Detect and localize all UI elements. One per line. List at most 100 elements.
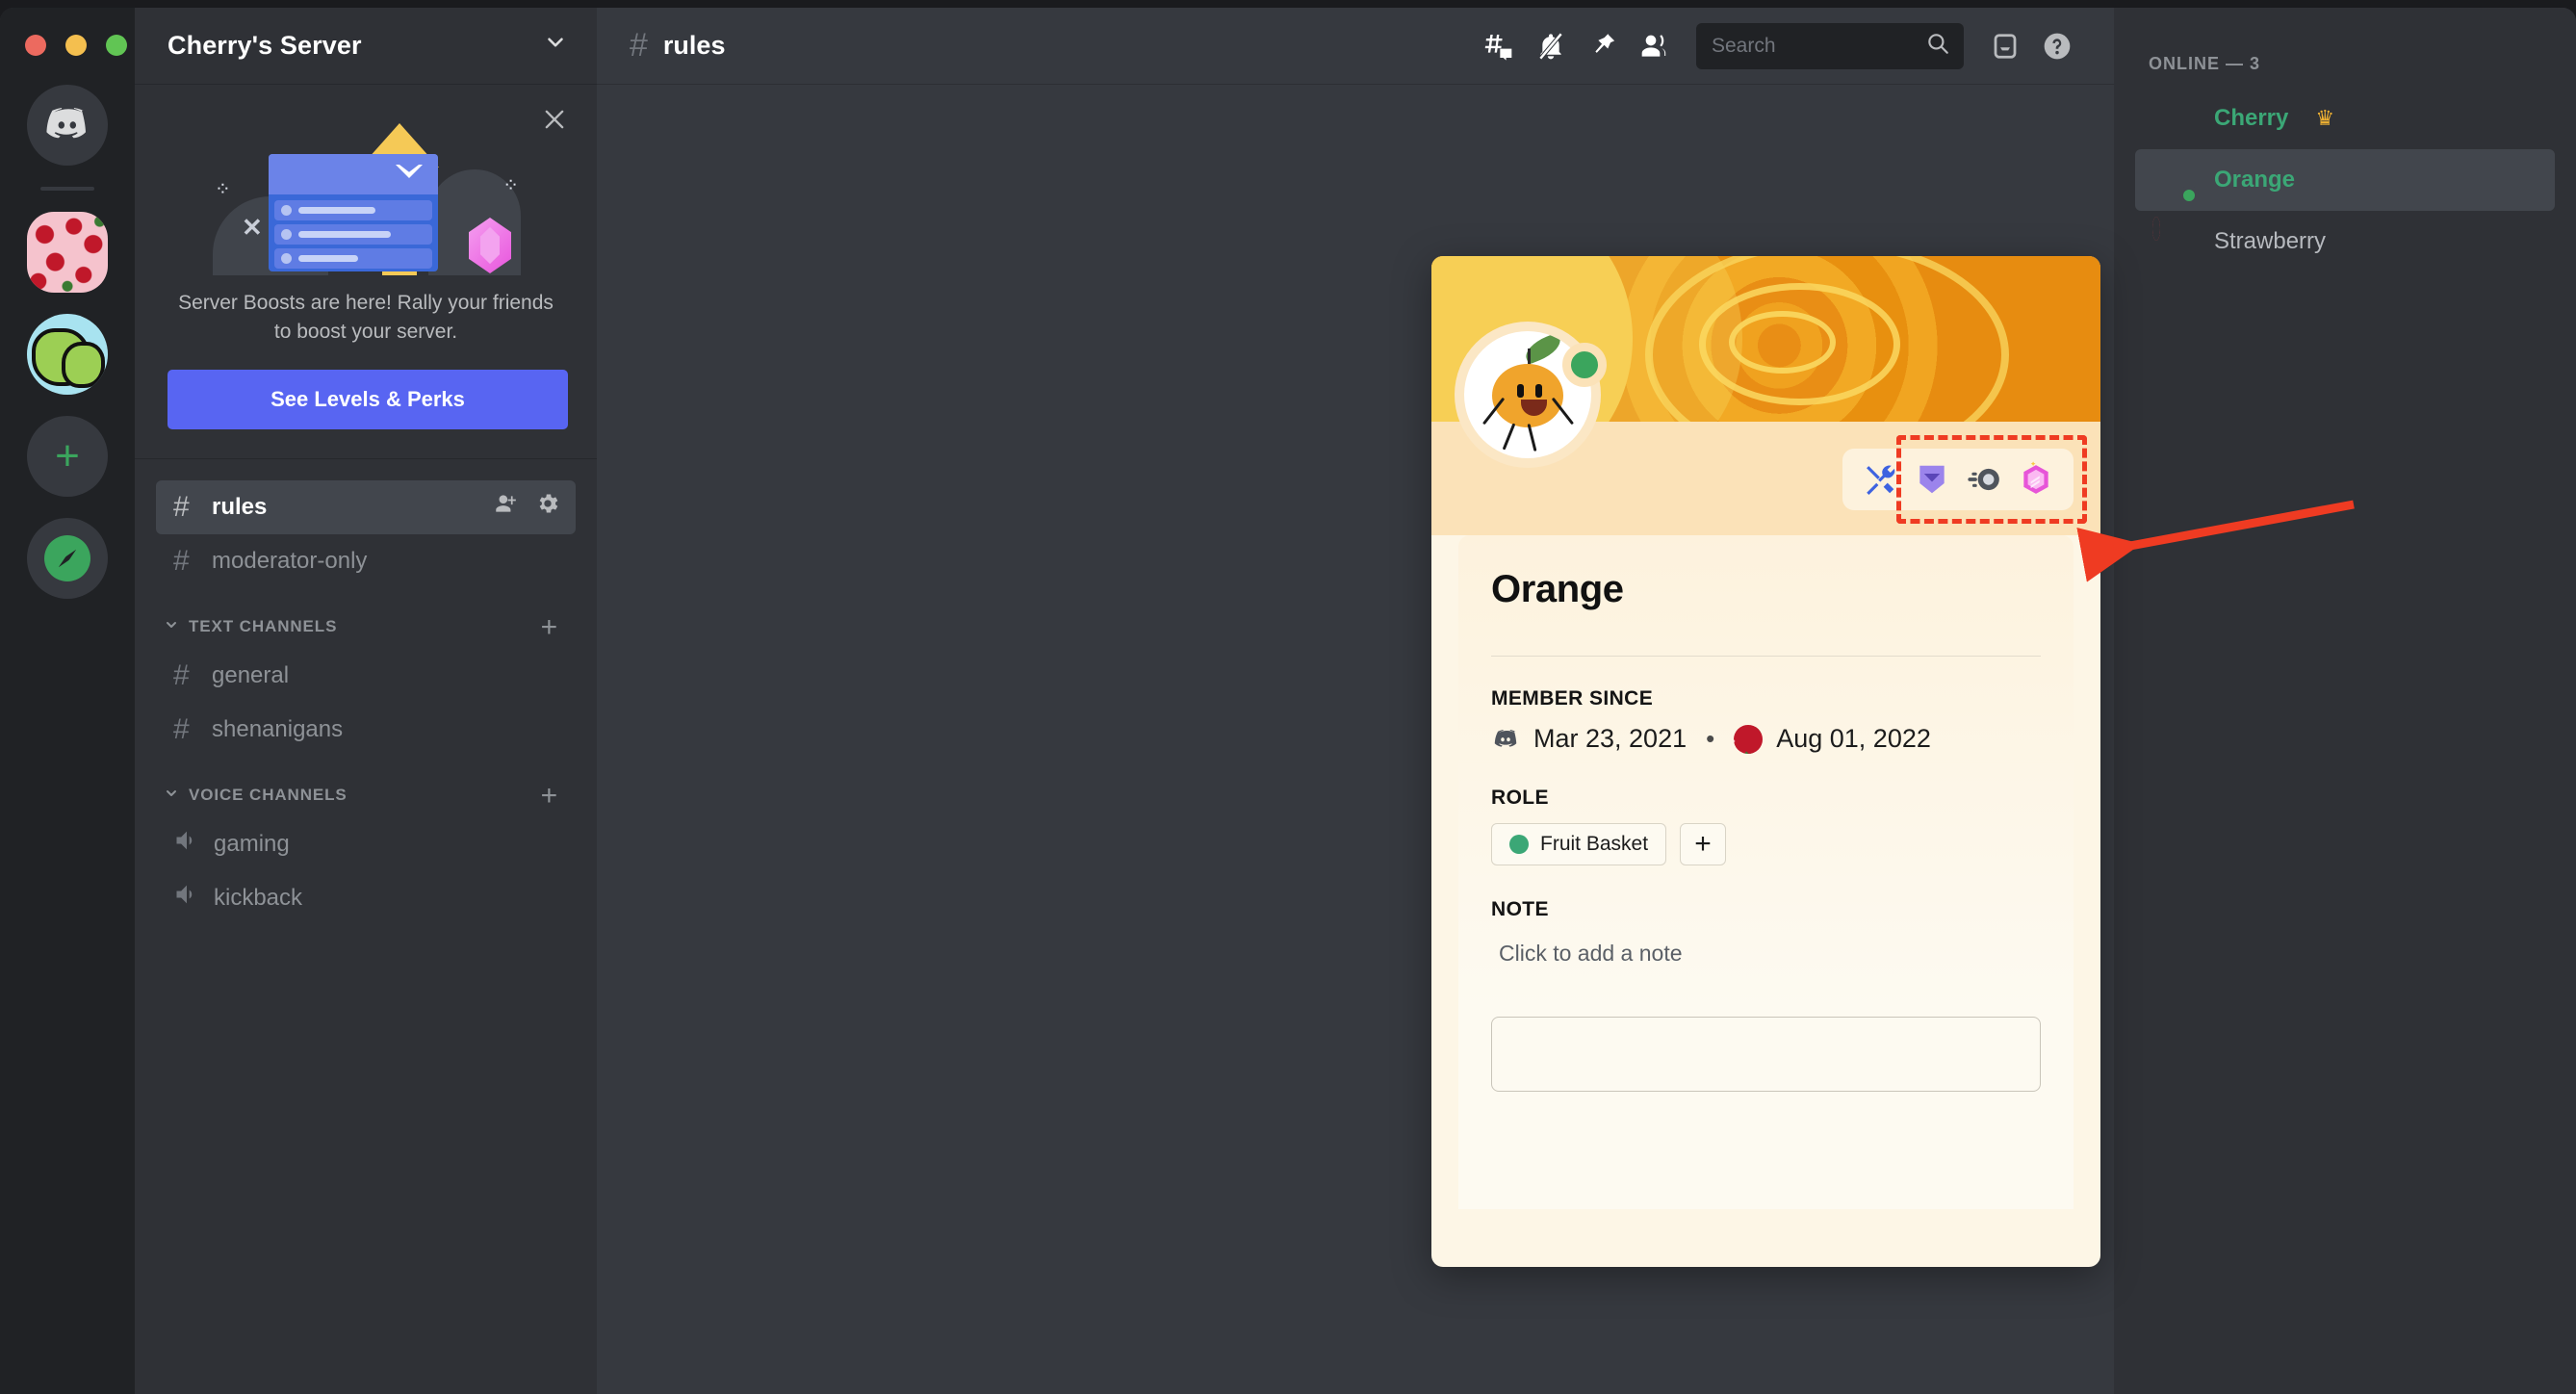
channel-label: moderator-only: [212, 547, 368, 574]
category-label: TEXT CHANNELS: [189, 617, 338, 636]
server-name: Cherry's Server: [167, 31, 362, 60]
sparkle-icon: ⁘: [215, 179, 231, 200]
add-member-icon[interactable]: [493, 491, 518, 523]
hash-icon: #: [173, 712, 190, 745]
avatar: [2149, 157, 2199, 205]
member-name: Cherry: [2214, 105, 2289, 131]
inbox-icon[interactable]: [1979, 25, 2031, 67]
category-text-channels[interactable]: TEXT CHANNELS +: [156, 588, 576, 649]
shield-chevron-icon[interactable]: [1914, 461, 1950, 498]
boost-description: Server Boosts are here! Rally your frien…: [178, 292, 554, 343]
close-icon[interactable]: [541, 106, 568, 139]
member-name: Orange: [2214, 167, 2296, 193]
channel-sidebar: Cherry's Server ✕ ⁘ ⁘ Server Boosts are …: [135, 8, 597, 1394]
server-boost-promo: ✕ ⁘ ⁘ Server Boosts are here! Rally your…: [135, 85, 597, 459]
chevron-down-icon: [164, 786, 179, 806]
member-list-icon[interactable]: [1629, 25, 1681, 67]
member-item-strawberry[interactable]: Strawberry: [2135, 211, 2555, 272]
rail-divider: [40, 187, 94, 191]
boost-card-illustration: [269, 154, 438, 271]
server-join-date: Aug 01, 2022: [1776, 724, 1931, 753]
role-label: ROLE: [1491, 787, 1549, 809]
plus-icon[interactable]: +: [541, 781, 558, 810]
channel-label: general: [212, 661, 290, 688]
cherry-server-icon: [1734, 724, 1764, 754]
speaker-icon: [173, 881, 200, 915]
channel-label: rules: [212, 493, 268, 520]
server-rail-item-home[interactable]: [27, 85, 108, 166]
add-role-button[interactable]: +: [1680, 823, 1727, 865]
note-input[interactable]: Click to add a note: [1491, 935, 2041, 967]
channel-label: kickback: [214, 884, 303, 911]
avatar: [2149, 95, 2195, 142]
minimize-window-button[interactable]: [65, 35, 87, 56]
status-badge: [2179, 186, 2199, 205]
status-badge: [1562, 343, 1607, 387]
chevron-down-icon[interactable]: [543, 30, 568, 62]
server-rail-item-orchard[interactable]: [27, 314, 108, 395]
hammer-and-wrench-icon[interactable]: [1862, 461, 1898, 498]
explore-servers-button[interactable]: [27, 518, 108, 599]
server-rail: +: [0, 8, 135, 1394]
plus-icon[interactable]: +: [541, 612, 558, 641]
tree-server-icon: [27, 314, 108, 395]
channel-topbar: # rules Search: [597, 8, 2114, 85]
hexagon-gem-icon[interactable]: [2018, 461, 2054, 498]
channel-item-rules[interactable]: # rules: [156, 479, 576, 534]
member-since-label: MEMBER SINCE: [1491, 687, 1654, 710]
help-icon[interactable]: [2031, 25, 2083, 67]
hash-icon: #: [173, 658, 190, 691]
notification-muted-icon[interactable]: [1525, 25, 1577, 67]
see-levels-and-perks-button[interactable]: See Levels & Perks: [167, 369, 568, 429]
category-label: VOICE CHANNELS: [189, 786, 348, 805]
sparkle-icon: ⁘: [502, 175, 519, 196]
hash-lock-icon: #: [173, 544, 190, 577]
channel-item-general[interactable]: # general: [156, 649, 576, 703]
member-item-cherry[interactable]: Cherry ♛: [2135, 88, 2555, 149]
hash-icon: #: [173, 490, 190, 523]
message-input[interactable]: [1491, 1017, 2041, 1092]
avatar[interactable]: [1455, 322, 1607, 468]
channel-item-shenanigans[interactable]: # shenanigans: [156, 703, 576, 757]
add-server-button[interactable]: +: [27, 416, 108, 497]
profile-badges-row: [1842, 449, 2074, 510]
boost-illustration: ✕ ⁘ ⁘: [207, 121, 525, 275]
compass-icon: [44, 535, 90, 581]
sparkle-x-icon: ✕: [242, 213, 263, 242]
pinned-messages-icon[interactable]: [1577, 25, 1629, 67]
divider: [1491, 656, 2041, 657]
channel-item-kickback[interactable]: kickback: [156, 871, 576, 925]
role-color-dot: [1509, 835, 1529, 854]
channel-item-moderator-only[interactable]: # moderator-only: [156, 534, 576, 588]
profile-header-strip: [1431, 322, 2100, 535]
zoom-window-button[interactable]: [106, 35, 127, 56]
channel-item-gaming[interactable]: gaming: [156, 817, 576, 871]
hash-icon: #: [630, 27, 648, 64]
category-voice-channels[interactable]: VOICE CHANNELS +: [156, 757, 576, 817]
comet-icon[interactable]: [1966, 461, 2002, 498]
search-icon: [1925, 31, 1950, 61]
chevron-down-icon: [164, 617, 179, 637]
page-title: rules: [662, 31, 726, 60]
speaker-icon: [173, 827, 200, 861]
member-name: Strawberry: [2214, 228, 2327, 254]
discord-join-date: Mar 23, 2021: [1533, 724, 1687, 753]
create-thread-icon[interactable]: [1473, 25, 1525, 67]
member-list-header: ONLINE — 3: [2149, 54, 2261, 73]
gear-icon[interactable]: [535, 491, 560, 523]
search-input[interactable]: Search: [1696, 22, 1964, 69]
member-item-orange[interactable]: Orange: [2135, 149, 2555, 211]
role-chip-fruit-basket[interactable]: Fruit Basket: [1491, 823, 1667, 865]
discord-logo-icon: [1491, 725, 1520, 754]
channel-label: gaming: [214, 830, 290, 857]
profile-body: Orange MEMBER SINCE Mar 23, 2021 • Aug 0…: [1458, 535, 2074, 1209]
date-separator: •: [1706, 724, 1715, 753]
close-window-button[interactable]: [25, 35, 46, 56]
crown-icon: ♛: [2315, 106, 2335, 130]
status-badge: [2152, 217, 2160, 241]
server-header[interactable]: Cherry's Server: [135, 8, 597, 85]
server-rail-item-cherrys-server[interactable]: [27, 212, 108, 293]
discord-window: + Cherry's Server ✕ ⁘ ⁘ Server Boosts ar…: [0, 8, 2576, 1394]
channel-label: shenanigans: [212, 715, 344, 742]
avatar: [2149, 217, 2195, 265]
